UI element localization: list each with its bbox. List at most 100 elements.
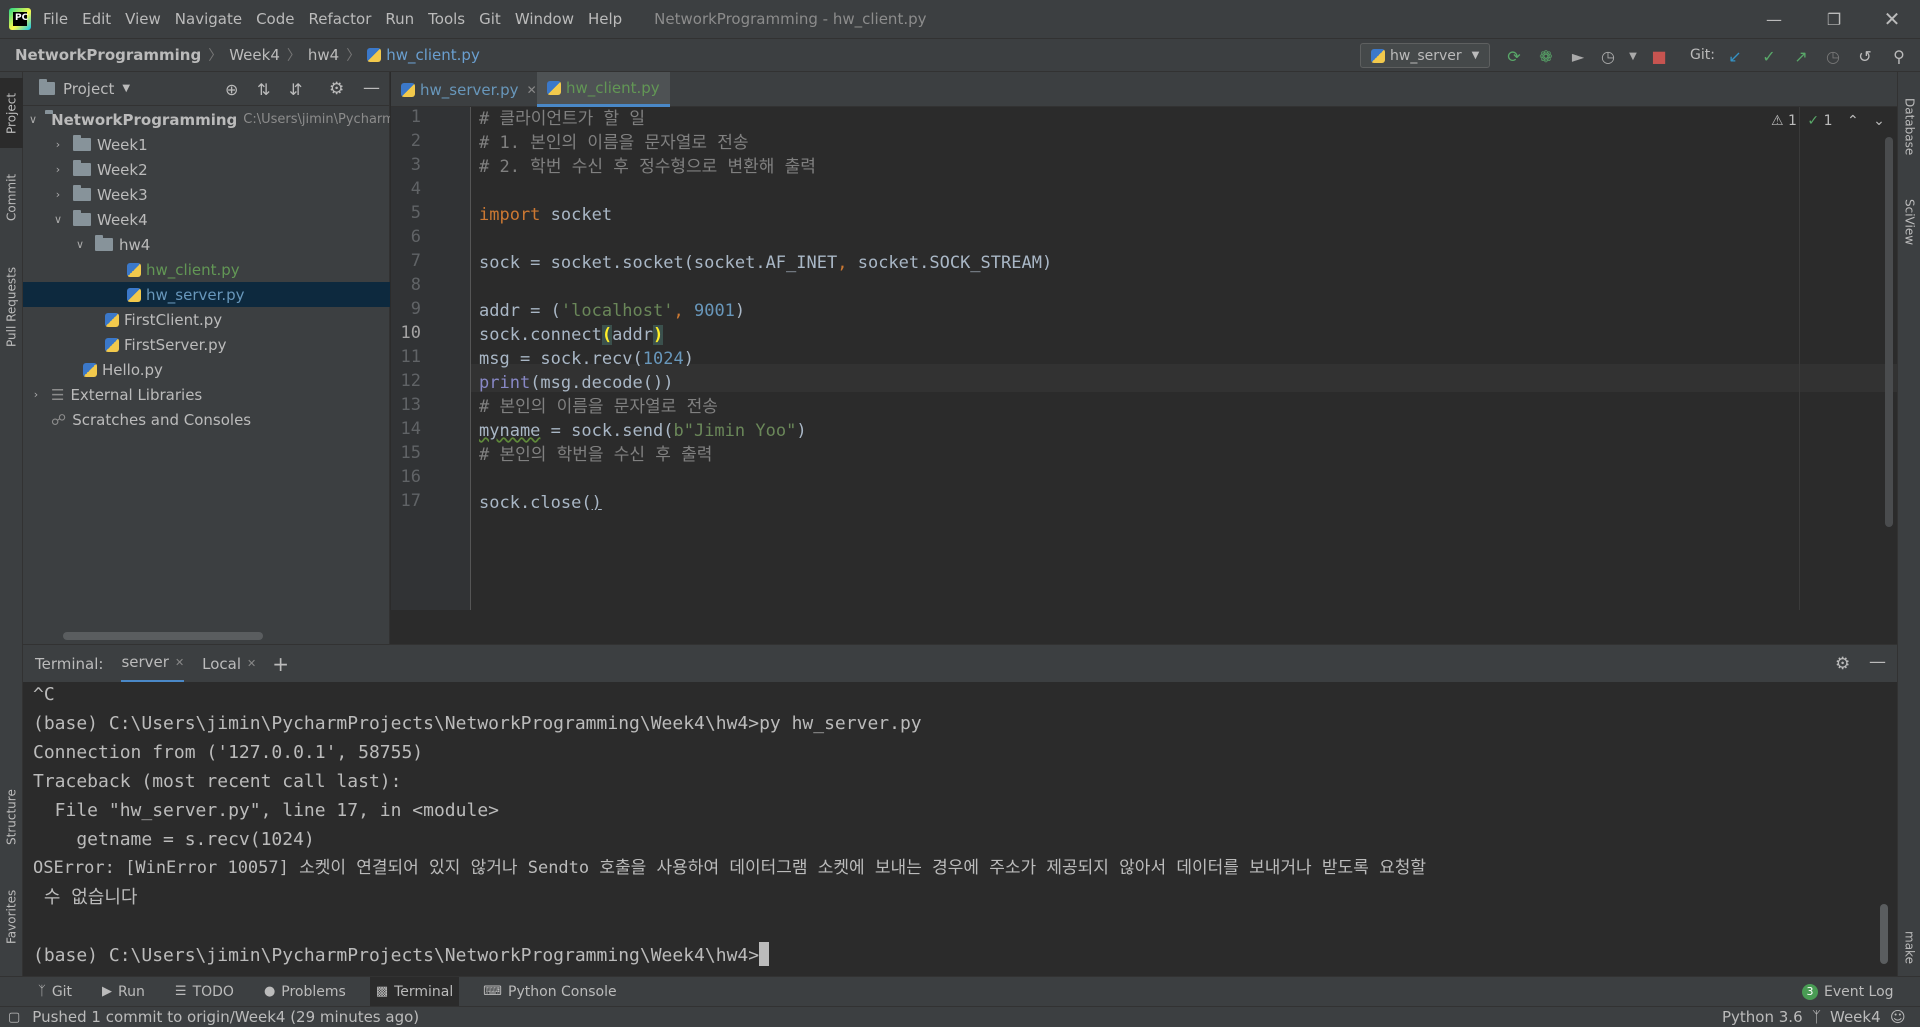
tab-hw-server[interactable]: hw_server.py ✕: [391, 72, 547, 107]
python-console-tool-button[interactable]: ⌨ Python Console: [477, 977, 622, 1007]
chevron-right-icon[interactable]: ›: [51, 188, 65, 201]
close-window-button[interactable]: ✕: [1864, 0, 1920, 38]
chevron-down-icon[interactable]: ∨: [29, 113, 37, 126]
todo-icon: ☰: [174, 984, 187, 999]
gear-icon[interactable]: ⚙: [1835, 654, 1850, 674]
close-icon[interactable]: ✕: [527, 83, 537, 97]
favorites-tool-tab[interactable]: Favorites: [0, 872, 23, 962]
git-branch[interactable]: Week4: [1830, 1008, 1881, 1026]
tree-item-hello[interactable]: Hello.py: [23, 357, 390, 382]
breadcrumb-hw4[interactable]: hw4: [308, 46, 339, 64]
horizontal-scrollbar[interactable]: [63, 632, 263, 640]
menu-help[interactable]: Help: [588, 10, 622, 28]
chevron-right-icon[interactable]: ›: [51, 163, 65, 176]
expand-all-icon[interactable]: ⇅: [257, 80, 270, 99]
tree-item-networkprogramming[interactable]: ∨ NetworkProgramming C:\Users\jimin\Pych…: [23, 107, 390, 132]
make-tool-tab[interactable]: make: [1898, 922, 1920, 972]
menu-refactor[interactable]: Refactor: [308, 10, 371, 28]
chevron-down-icon[interactable]: ∨: [51, 213, 65, 226]
previous-highlight-icon[interactable]: ⌃: [1847, 113, 1859, 129]
minimize-button[interactable]: —: [1746, 0, 1802, 38]
menu-tools[interactable]: Tools: [428, 10, 465, 28]
tree-item-week4[interactable]: ∨ Week4: [23, 207, 390, 232]
pycharm-logo-icon[interactable]: PC: [9, 8, 31, 30]
tree-item-week3[interactable]: › Week3: [23, 182, 390, 207]
hide-panel-icon[interactable]: —: [1869, 652, 1886, 672]
run-with-coverage-icon[interactable]: ►: [1567, 45, 1589, 67]
tree-item-hw-client[interactable]: hw_client.py: [23, 257, 390, 282]
project-panel-title[interactable]: Project: [63, 80, 114, 98]
tree-item-external-libraries[interactable]: › ☰ External Libraries: [23, 382, 390, 407]
close-icon[interactable]: ✕: [247, 657, 256, 670]
commit-tool-tab[interactable]: Commit: [0, 162, 23, 232]
stop-icon[interactable]: ■: [1648, 45, 1670, 67]
status-message[interactable]: Pushed 1 commit to origin/Week4 (29 minu…: [32, 1008, 419, 1026]
terminal-output[interactable]: ^C (base) C:\Users\jimin\PycharmProjects…: [23, 682, 1897, 976]
project-tool-tab[interactable]: Project: [0, 78, 23, 148]
sciview-tool-tab[interactable]: SciView: [1898, 182, 1920, 262]
tree-item-week2[interactable]: › Week2: [23, 157, 390, 182]
terminal-tab-server[interactable]: server ✕: [121, 645, 185, 683]
menu-window[interactable]: Window: [515, 10, 574, 28]
database-tool-tab[interactable]: Database: [1898, 82, 1920, 172]
git-push-icon[interactable]: ↗: [1790, 45, 1812, 67]
menu-edit[interactable]: Edit: [82, 10, 111, 28]
chevron-down-icon[interactable]: ∨: [73, 238, 87, 251]
run-configuration-select[interactable]: hw_server ▼: [1360, 43, 1490, 68]
breadcrumb-project[interactable]: NetworkProgramming: [15, 46, 201, 64]
debug-icon[interactable]: ❁: [1535, 45, 1557, 67]
git-commit-icon[interactable]: ✓: [1758, 45, 1780, 67]
menu-run[interactable]: Run: [385, 10, 414, 28]
close-icon[interactable]: ✕: [175, 656, 184, 669]
menu-git[interactable]: Git: [479, 10, 501, 28]
locate-file-icon[interactable]: ⊕: [225, 80, 238, 99]
more-run-options-icon[interactable]: ▼: [1622, 45, 1644, 67]
tree-item-hw-server[interactable]: hw_server.py: [23, 282, 390, 307]
git-tool-button[interactable]: ᛉ Git: [32, 977, 78, 1007]
collapse-all-icon[interactable]: ⇵: [289, 80, 302, 99]
chevron-right-icon[interactable]: ›: [51, 138, 65, 151]
pull-requests-tool-tab[interactable]: Pull Requests: [0, 252, 23, 362]
tree-item-scratches[interactable]: ☍ Scratches and Consoles: [23, 407, 390, 432]
menu-file[interactable]: File: [43, 10, 68, 28]
tree-item-week1[interactable]: › Week1: [23, 132, 390, 157]
menu-navigate[interactable]: Navigate: [175, 10, 242, 28]
vertical-scrollbar[interactable]: [1885, 137, 1893, 527]
todo-tool-button[interactable]: ☰ TODO: [169, 977, 240, 1007]
terminal-tool-button[interactable]: ▩ Terminal: [369, 976, 460, 1007]
inspector-icon[interactable]: ☺: [1890, 1008, 1906, 1026]
breadcrumb-week4[interactable]: Week4: [229, 46, 280, 64]
git-update-icon[interactable]: ↙: [1724, 45, 1746, 67]
chevron-right-icon[interactable]: ›: [29, 388, 43, 401]
chevron-down-icon[interactable]: ▼: [122, 83, 130, 94]
menu-code[interactable]: Code: [256, 10, 294, 28]
search-icon[interactable]: ⚲: [1888, 45, 1910, 67]
rerun-icon[interactable]: ⟳: [1503, 45, 1525, 67]
menu-view[interactable]: View: [125, 10, 161, 28]
tab-hw-client[interactable]: hw_client.py: [537, 72, 670, 107]
tool-label: Terminal: [394, 983, 454, 1000]
rollback-icon[interactable]: ↺: [1854, 45, 1876, 67]
tree-item-firstserver[interactable]: FirstServer.py: [23, 332, 390, 357]
tree-item-hw4[interactable]: ∨ hw4: [23, 232, 390, 257]
add-terminal-icon[interactable]: +: [272, 652, 289, 676]
toggle-tool-windows-icon[interactable]: ▢: [8, 1010, 20, 1025]
next-highlight-icon[interactable]: ⌄: [1873, 113, 1885, 129]
run-tool-button[interactable]: ▶ Run: [96, 977, 151, 1007]
inspection-widget[interactable]: ⚠ 1 ✓ 1 ⌃ ⌄: [1771, 113, 1885, 129]
gear-icon[interactable]: ⚙: [329, 79, 344, 99]
problems-tool-button[interactable]: ● Problems: [258, 977, 352, 1007]
hide-panel-icon[interactable]: —: [363, 78, 380, 98]
git-history-icon[interactable]: ◷: [1822, 45, 1844, 67]
vertical-scrollbar[interactable]: [1880, 904, 1888, 964]
restore-button[interactable]: ❐: [1806, 0, 1862, 38]
python-interpreter[interactable]: Python 3.6: [1722, 1008, 1803, 1026]
tree-item-firstclient[interactable]: FirstClient.py: [23, 307, 390, 332]
weak-warning-icon: ✓: [1807, 113, 1820, 129]
terminal-tab-local[interactable]: Local ✕: [202, 645, 256, 683]
breadcrumb-hw-client[interactable]: hw_client.py: [386, 46, 480, 64]
profile-icon[interactable]: ◷: [1597, 45, 1619, 67]
structure-tool-tab[interactable]: Structure: [0, 772, 23, 862]
code-editor[interactable]: 1 2 3 4 5 6 7 8 9 10 11 12 13 14 15 16 1…: [391, 107, 1897, 644]
event-log-button[interactable]: 3 Event Log: [1796, 977, 1900, 1007]
